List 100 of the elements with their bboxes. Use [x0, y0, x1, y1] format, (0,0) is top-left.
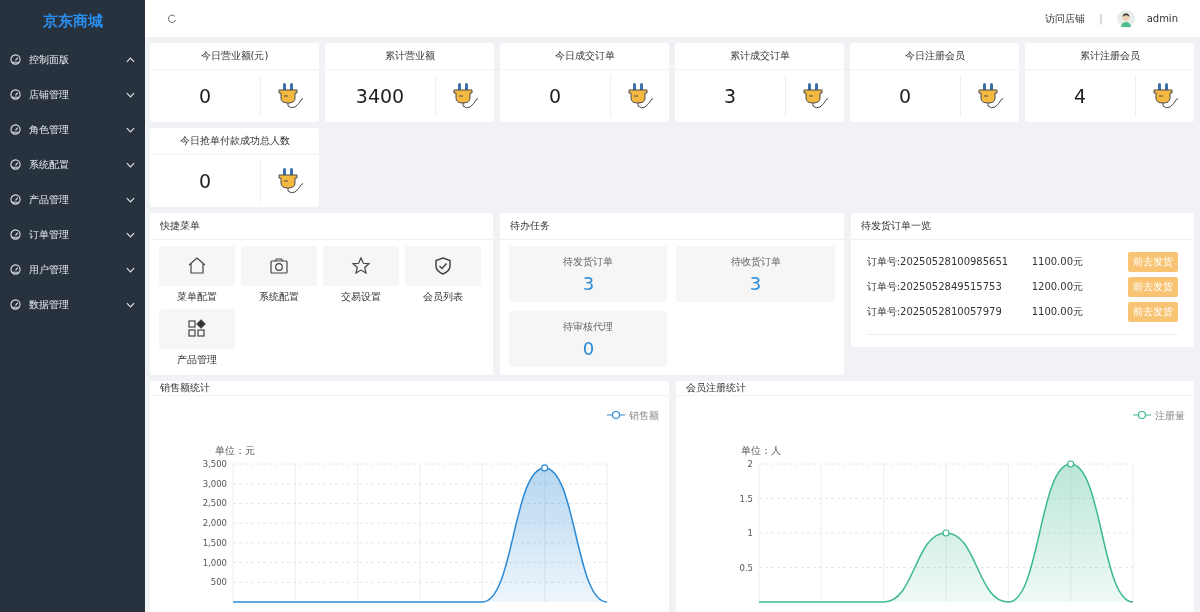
y-tick-label: 500 [210, 577, 227, 588]
visit-store-link[interactable]: 访问店铺 [1045, 11, 1086, 26]
task-label: 待发货订单 [563, 254, 614, 269]
legend-label: 注册量 [1154, 410, 1185, 421]
stat-value: 3400 [325, 75, 436, 117]
task-count: 0 [582, 337, 595, 359]
y-tick-label: 2,000 [202, 518, 227, 529]
dashboard-icon [10, 89, 21, 100]
y-tick-label: 1 [747, 528, 753, 538]
panel-title: 快捷菜单 [150, 213, 494, 240]
sidebar-item[interactable]: 产品管理 [0, 182, 145, 217]
shortcut-label[interactable]: 系统配置 [259, 290, 299, 304]
dashboard-icon [10, 299, 21, 310]
dashboard-icon [10, 159, 21, 170]
sidebar-item-label: 角色管理 [29, 122, 70, 137]
separator: | [1099, 13, 1103, 24]
legend-marker-icon [606, 410, 626, 420]
sidebar-item-label: 数据管理 [29, 297, 70, 312]
dashboard-icon [10, 229, 21, 240]
panel-title: 会员注册统计 [675, 381, 1194, 396]
stat-value: 4 [1025, 75, 1136, 117]
stat-value: 3 [675, 75, 786, 117]
sidebar-item-label: 系统配置 [29, 157, 70, 172]
sidebar-item-label: 用户管理 [29, 262, 70, 277]
task-label: 待收货订单 [730, 254, 781, 269]
stat-value: 0 [150, 160, 261, 202]
stat-title: 今日抢单付款成功总人数 [150, 128, 319, 155]
camera-icon [269, 256, 289, 276]
axis-unit-label: 单位：元 [215, 445, 255, 456]
plug-icon [625, 81, 655, 111]
plug-icon [275, 81, 305, 111]
task-tile[interactable]: 待审核代理 0 [509, 311, 668, 367]
panel-title: 待办任务 [500, 213, 844, 240]
stat-value: 0 [500, 75, 611, 117]
sidebar-item[interactable]: 系统配置 [0, 147, 145, 182]
task-count: 3 [749, 272, 762, 294]
user-name[interactable]: admin [1146, 13, 1178, 24]
y-tick-label: 1,000 [202, 557, 227, 568]
y-tick-label: 1,500 [202, 537, 227, 548]
data-point [541, 464, 549, 472]
dashboard-icon [10, 54, 21, 65]
home-icon [187, 256, 207, 276]
axis-unit-label: 单位：人 [740, 445, 781, 456]
plug-icon [450, 81, 480, 111]
plug-icon [275, 166, 305, 196]
shortcut-label[interactable]: 产品管理 [177, 353, 217, 367]
y-tick-label: 3,500 [202, 459, 227, 469]
stat-value: 0 [850, 75, 961, 117]
sidebar-item-label: 店铺管理 [29, 87, 70, 102]
stat-title: 今日成交订单 [500, 43, 669, 70]
sidebar-item[interactable]: 数据管理 [0, 287, 145, 322]
stat-value: 0 [150, 75, 261, 117]
plug-icon [800, 81, 830, 111]
sidebar-item[interactable]: 店铺管理 [0, 77, 145, 112]
star-icon [351, 256, 371, 276]
stat-title: 今日营业额(元) [150, 43, 319, 70]
sidebar-item-label: 订单管理 [29, 227, 70, 242]
task-count: 3 [582, 272, 595, 294]
order-amount: 1100.00元 [1031, 305, 1084, 319]
shortcut-tile[interactable] [159, 246, 235, 286]
sidebar-item[interactable]: 角色管理 [0, 112, 145, 147]
task-tile[interactable]: 待收货订单 3 [676, 246, 835, 302]
sidebar-item[interactable]: 用户管理 [0, 252, 145, 287]
sidebar-item-label: 控制面版 [29, 52, 70, 67]
dashboard-icon [10, 124, 21, 135]
dashboard-icon [10, 194, 21, 205]
legend-marker-icon [1131, 410, 1152, 420]
refresh-icon[interactable] [167, 13, 177, 24]
shortcut-label[interactable]: 交易设置 [341, 290, 381, 304]
grid-icon [187, 319, 207, 339]
data-point [1066, 460, 1074, 468]
stat-title: 累计成交订单 [675, 43, 844, 70]
dashboard-icon [10, 264, 21, 275]
shortcut-label[interactable]: 菜单配置 [177, 290, 217, 304]
order-number: 订单号:2025052810057979 [866, 305, 1003, 319]
task-label: 待审核代理 [563, 319, 614, 334]
shortcut-tile[interactable] [323, 246, 399, 286]
panel-title: 销售额统计 [150, 381, 669, 396]
plug-icon [975, 81, 1005, 111]
shortcut-tile[interactable] [159, 309, 235, 349]
plug-icon [1150, 81, 1180, 111]
y-tick-label: 3,000 [202, 478, 227, 489]
data-point [941, 529, 950, 537]
task-tile[interactable]: 待发货订单 3 [509, 246, 668, 302]
stat-title: 累计注册会员 [1025, 43, 1194, 70]
y-tick-label: 2,500 [202, 498, 227, 509]
order-number: 订单号:20250528100985651 [866, 255, 1010, 269]
shortcut-tile[interactable] [241, 246, 317, 286]
shield-check-icon [433, 256, 453, 276]
stat-title: 累计营业额 [325, 43, 494, 70]
sidebar-item[interactable]: 订单管理 [0, 217, 145, 252]
sidebar-item-label: 产品管理 [29, 192, 70, 207]
legend-label: 销售额 [629, 410, 659, 421]
order-number: 订单号:2025052849515753 [866, 280, 1003, 294]
brand-title: 京东商城 [41, 10, 104, 32]
y-tick-label: 0.5 [738, 562, 753, 573]
stat-title: 今日注册会员 [850, 43, 1019, 70]
shortcut-tile[interactable] [405, 246, 481, 286]
sidebar-item[interactable]: 控制面版 [0, 42, 145, 77]
shortcut-label[interactable]: 会员列表 [423, 290, 463, 304]
